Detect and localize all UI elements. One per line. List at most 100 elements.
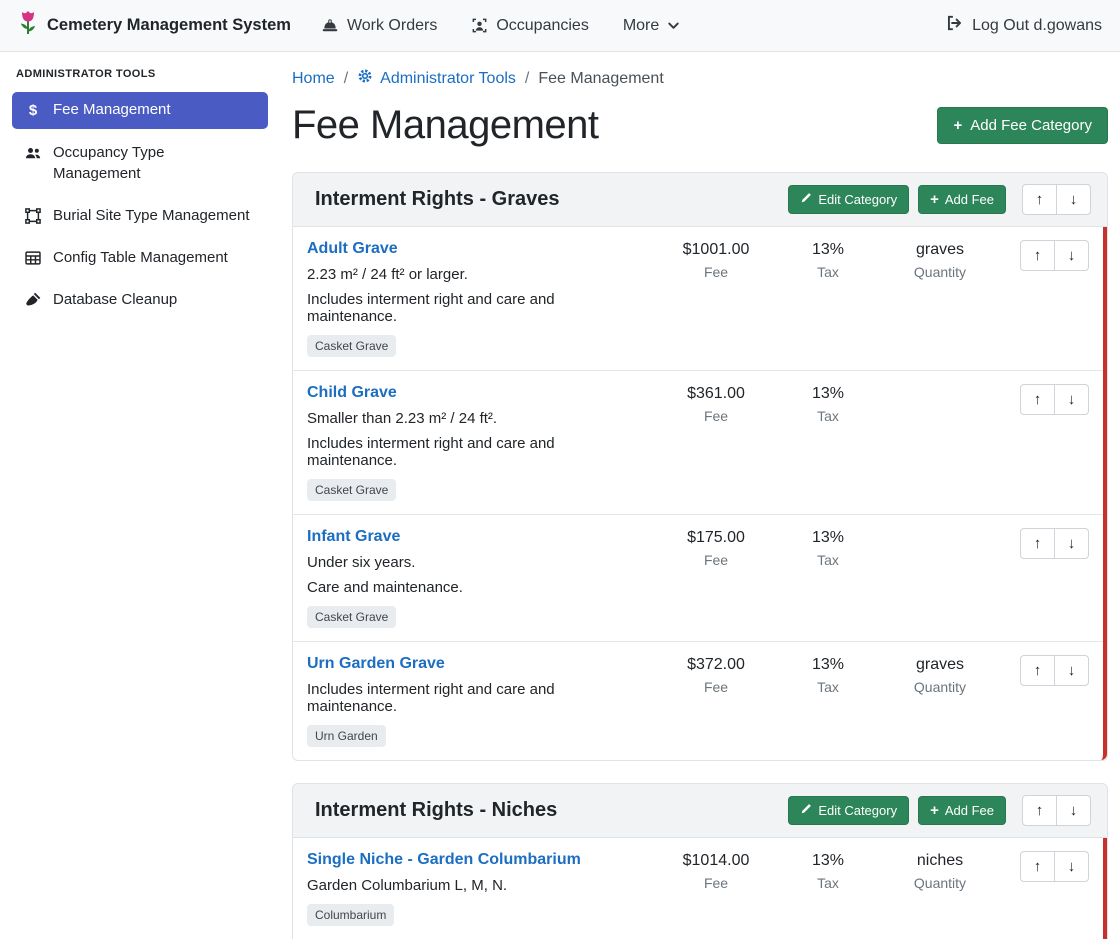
fee-name-link[interactable]: Adult Grave	[307, 240, 398, 258]
fee-reorder-group: ↑ ↓	[1020, 384, 1089, 415]
category-title: Interment Rights - Graves	[315, 188, 788, 211]
fee-info: Urn Garden Grave Includes interment righ…	[307, 655, 647, 747]
move-fee-up-button[interactable]: ↑	[1020, 240, 1055, 271]
move-fee-up-button[interactable]: ↑	[1020, 528, 1055, 559]
chevron-down-icon	[667, 19, 680, 32]
fee-tax-label: Tax	[785, 679, 871, 695]
fee-amount-label: Fee	[657, 264, 775, 280]
fee-tax: 13% Tax	[785, 240, 871, 280]
fee-tax: 13% Tax	[785, 384, 871, 424]
sidebar-item-occupancy-type-management[interactable]: Occupancy Type Management	[12, 135, 268, 192]
nav-occupancies[interactable]: Occupancies	[471, 17, 589, 35]
add-fee-label: Add Fee	[945, 803, 994, 818]
breadcrumb-home-link[interactable]: Home	[292, 70, 335, 88]
sidebar-heading: ADMINISTRATOR TOOLS	[16, 68, 264, 80]
fee-amount-value: $372.00	[657, 656, 775, 674]
page-title: Fee Management	[292, 103, 599, 148]
nav-work-orders[interactable]: Work Orders	[321, 17, 437, 35]
move-category-down-button[interactable]: ↓	[1056, 184, 1091, 215]
move-fee-up-button[interactable]: ↑	[1020, 851, 1055, 882]
fee-amount-value: $361.00	[657, 385, 775, 403]
add-fee-category-button[interactable]: + Add Fee Category	[937, 107, 1108, 144]
move-fee-down-button[interactable]: ↓	[1054, 384, 1089, 415]
fee-description: Smaller than 2.23 m² / 24 ft².	[307, 410, 647, 427]
add-fee-button[interactable]: + Add Fee	[918, 796, 1006, 825]
edit-category-button[interactable]: Edit Category	[788, 185, 909, 214]
table-icon	[24, 249, 42, 267]
hard-hat-icon	[321, 17, 339, 35]
fee-info: Single Niche - Garden Columbarium Garden…	[307, 851, 647, 926]
fee-amount-value: $1014.00	[657, 852, 775, 870]
fee-description: Garden Columbarium L, M, N.	[307, 877, 647, 894]
edit-category-label: Edit Category	[818, 192, 897, 207]
tulip-logo-icon	[18, 10, 38, 42]
fee-row: Child Grave Smaller than 2.23 m² / 24 ft…	[293, 371, 1103, 515]
fee-tax-value: 13%	[785, 656, 871, 674]
move-fee-up-button[interactable]: ↑	[1020, 384, 1055, 415]
logout-button[interactable]: Log Out d.gowans	[945, 14, 1102, 37]
page-header: Fee Management + Add Fee Category	[292, 103, 1108, 148]
add-fee-button[interactable]: + Add Fee	[918, 185, 1006, 214]
fee-quantity: graves Quantity	[881, 655, 999, 695]
move-fee-down-button[interactable]: ↓	[1054, 851, 1089, 882]
fee-quantity-value: graves	[881, 241, 999, 259]
move-category-down-button[interactable]: ↓	[1056, 795, 1091, 826]
fee-reorder-group: ↑ ↓	[1020, 240, 1089, 271]
sidebar-item-database-cleanup[interactable]: Database Cleanup	[12, 282, 268, 318]
move-fee-down-button[interactable]: ↓	[1054, 655, 1089, 686]
add-fee-category-label: Add Fee Category	[970, 117, 1092, 134]
sidebar-item-label: Config Table Management	[53, 248, 228, 268]
fee-quantity	[881, 528, 999, 529]
fee-quantity-value: niches	[881, 852, 999, 870]
category-header: Interment Rights - Niches Edit Category …	[293, 784, 1107, 838]
move-fee-down-button[interactable]: ↓	[1054, 528, 1089, 559]
edit-category-button[interactable]: Edit Category	[788, 796, 909, 825]
fee-amount: $1001.00 Fee	[657, 240, 775, 280]
category-reorder-group: ↑ ↓	[1022, 184, 1091, 215]
fee-name-link[interactable]: Child Grave	[307, 384, 397, 402]
fee-name-link[interactable]: Infant Grave	[307, 528, 400, 546]
move-category-up-button[interactable]: ↑	[1022, 795, 1057, 826]
sidebar-item-config-table-management[interactable]: Config Table Management	[12, 240, 268, 276]
fee-category-card: Interment Rights - Graves Edit Category …	[292, 172, 1108, 761]
move-fee-down-button[interactable]: ↓	[1054, 240, 1089, 271]
breadcrumb-separator: /	[344, 70, 348, 88]
breadcrumb-separator: /	[525, 70, 529, 88]
fee-reorder-group: ↑ ↓	[1020, 528, 1089, 559]
fee-info: Child Grave Smaller than 2.23 m² / 24 ft…	[307, 384, 647, 501]
sidebar-item-label: Burial Site Type Management	[53, 206, 250, 226]
fee-tax-value: 13%	[785, 241, 871, 259]
brand-title: Cemetery Management System	[47, 16, 291, 35]
sidebar-item-label: Fee Management	[53, 100, 171, 120]
breadcrumb-admin-tools-link[interactable]: Administrator Tools	[357, 68, 516, 89]
sidebar-item-burial-site-type-management[interactable]: Burial Site Type Management	[12, 198, 268, 234]
breadcrumb-admin-tools-label: Administrator Tools	[380, 70, 516, 88]
fee-tax-label: Tax	[785, 552, 871, 568]
fee-info: Infant Grave Under six years. Care and m…	[307, 528, 647, 628]
fee-amount-label: Fee	[657, 679, 775, 695]
fee-name-link[interactable]: Urn Garden Grave	[307, 655, 445, 673]
fee-tax-value: 13%	[785, 529, 871, 547]
main-nav: Work Orders Occupancies More	[321, 17, 680, 35]
fee-quantity-value: graves	[881, 656, 999, 674]
fee-amount-label: Fee	[657, 875, 775, 891]
fee-amount: $1014.00 Fee	[657, 851, 775, 891]
fee-type-badge: Casket Grave	[307, 606, 396, 628]
sidebar-item-label: Database Cleanup	[53, 290, 177, 310]
nav-more[interactable]: More	[623, 17, 680, 35]
move-category-up-button[interactable]: ↑	[1022, 184, 1057, 215]
category-header: Interment Rights - Graves Edit Category …	[293, 173, 1107, 227]
move-fee-up-button[interactable]: ↑	[1020, 655, 1055, 686]
sign-out-icon	[945, 14, 963, 37]
fee-info: Adult Grave 2.23 m² / 24 ft² or larger. …	[307, 240, 647, 357]
fee-name-link[interactable]: Single Niche - Garden Columbarium	[307, 851, 581, 869]
add-fee-label: Add Fee	[945, 192, 994, 207]
fee-amount-value: $175.00	[657, 529, 775, 547]
fee-amount: $372.00 Fee	[657, 655, 775, 695]
vector-square-icon	[24, 207, 42, 225]
fee-description: Under six years.	[307, 554, 647, 571]
fee-amount: $175.00 Fee	[657, 528, 775, 568]
category-body: Single Niche - Garden Columbarium Garden…	[293, 838, 1107, 939]
brand[interactable]: Cemetery Management System	[18, 10, 291, 42]
sidebar-item-fee-management[interactable]: $ Fee Management	[12, 92, 268, 129]
